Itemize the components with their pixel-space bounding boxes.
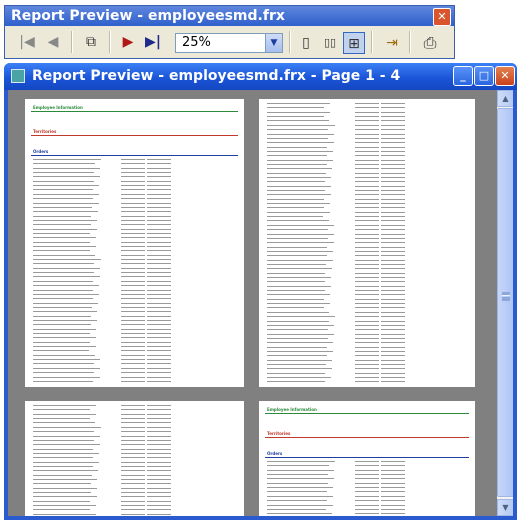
report-section-rule	[31, 155, 238, 156]
report-page-4: Employee Information Territories Orders	[259, 401, 475, 516]
report-section-rule	[265, 457, 469, 458]
toolbar-separator	[109, 31, 111, 53]
minimize-button[interactable]: _	[453, 66, 473, 86]
toolbar-separator	[409, 31, 411, 53]
vertical-scrollbar[interactable]: ▲ ▼	[497, 90, 513, 516]
report-section-rule	[265, 437, 469, 438]
zoom-value: 25%	[182, 35, 211, 50]
toolbar-separator	[71, 31, 73, 53]
preview-window: Report Preview - employeesmd.frx - Page …	[4, 63, 517, 520]
report-page-1: Employee Information Territories Orders	[25, 99, 244, 387]
previous-page-button[interactable]: ◀	[43, 32, 63, 52]
zoom-select[interactable]: 25% ▼	[175, 33, 283, 53]
toolbar-close-button[interactable]: ✕	[433, 8, 451, 26]
last-page-button[interactable]: ▶|	[143, 32, 163, 52]
report-section-title: Orders	[267, 451, 283, 456]
report-section-rule	[31, 111, 238, 112]
report-section-title: Employee Information	[267, 407, 317, 412]
preview-title-bar: Report Preview - employeesmd.frx - Page …	[4, 63, 517, 90]
report-page-3	[25, 401, 244, 516]
report-section-title: Orders	[33, 149, 49, 154]
grip-icon	[502, 295, 510, 298]
toolbar-title: Report Preview - employeesmd.frx	[11, 8, 285, 24]
next-page-button[interactable]: ▶	[118, 32, 138, 52]
report-page-2	[259, 99, 475, 387]
maximize-button[interactable]: □	[474, 66, 494, 86]
toolbar-title-bar: Report Preview - employeesmd.frx ✕	[5, 6, 454, 26]
report-section-title: Employee Information	[33, 105, 83, 110]
preview-title: Report Preview - employeesmd.frx - Page …	[32, 68, 401, 84]
report-section-rule	[31, 135, 238, 136]
toolbar: |◀ ◀ ⧉ ▶ ▶| 25% ▼ ▯ ▯▯ ⊞ ⇥ ⎙	[5, 26, 454, 58]
chevron-down-icon[interactable]: ▼	[265, 34, 282, 52]
scroll-up-button[interactable]: ▲	[497, 90, 513, 107]
toolbar-window: Report Preview - employeesmd.frx ✕ |◀ ◀ …	[4, 5, 455, 59]
go-to-page-icon[interactable]: ⇥	[381, 32, 403, 54]
scroll-down-button[interactable]: ▼	[497, 499, 513, 516]
toolbar-separator	[289, 31, 291, 53]
print-icon[interactable]: ⎙	[419, 32, 441, 54]
report-section-title: Territories	[33, 129, 57, 134]
close-button[interactable]: ✕	[495, 66, 515, 86]
report-section-rule	[265, 413, 469, 414]
copy-icon[interactable]: ⧉	[81, 32, 101, 52]
two-page-view-button[interactable]: ▯▯	[319, 32, 341, 54]
scroll-thumb[interactable]	[497, 108, 513, 497]
toolbar-separator	[371, 31, 373, 53]
four-page-view-button[interactable]: ⊞	[343, 32, 365, 54]
preview-area: Employee Information Territories Orders Em…	[8, 90, 513, 516]
one-page-view-button[interactable]: ▯	[295, 32, 317, 54]
report-section-title: Territories	[267, 431, 291, 436]
first-page-button[interactable]: |◀	[17, 32, 37, 52]
report-icon	[11, 69, 25, 83]
